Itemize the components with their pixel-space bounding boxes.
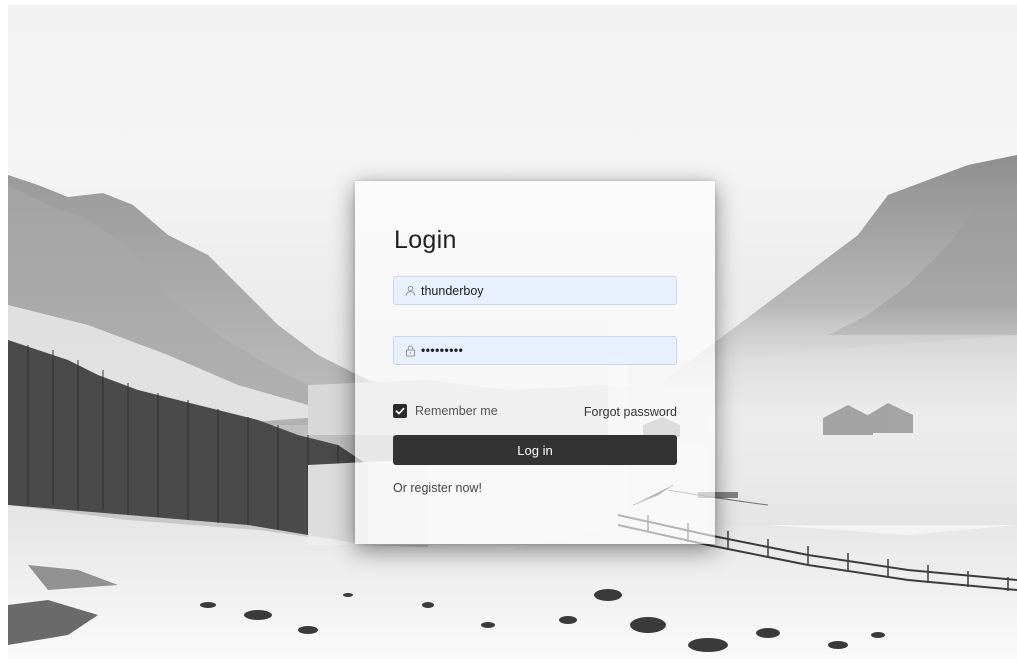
username-field[interactable]: thunderboy <box>393 276 677 305</box>
remember-me-label: Remember me <box>415 404 498 418</box>
remember-me-checkbox[interactable] <box>393 404 407 418</box>
login-title: Login <box>394 226 457 254</box>
login-button[interactable]: Log in <box>393 435 677 465</box>
remember-me[interactable]: Remember me <box>393 404 498 418</box>
password-value: ••••••••• <box>421 342 464 357</box>
page: Login thunderboy ••••••••• Remember me F… <box>0 0 1017 659</box>
checkmark-icon <box>395 407 405 415</box>
password-field[interactable]: ••••••••• <box>393 336 677 365</box>
register-link[interactable]: Or register now! <box>393 481 482 495</box>
user-icon <box>405 285 416 296</box>
lock-icon <box>405 344 416 356</box>
username-value: thunderboy <box>421 283 484 298</box>
login-card: Login thunderboy ••••••••• Remember me F… <box>355 181 715 544</box>
forgot-password-link[interactable]: Forgot password <box>584 405 677 419</box>
